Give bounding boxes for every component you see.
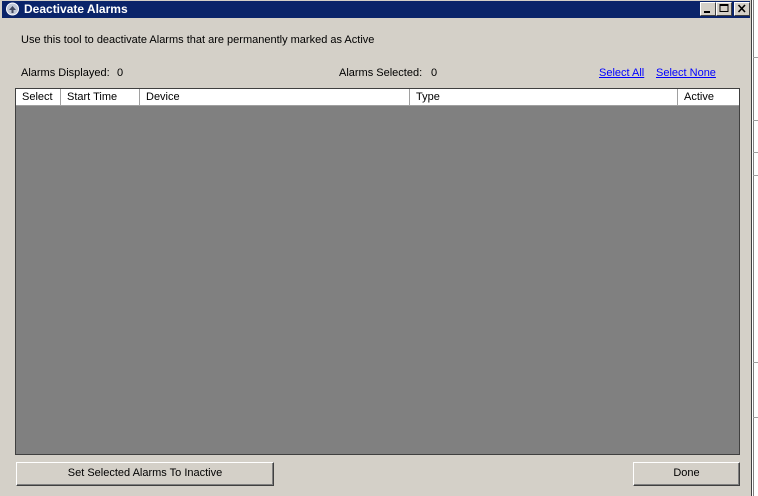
column-header-type[interactable]: Type [410, 89, 678, 105]
alarms-selected-label: Alarms Selected: [339, 67, 423, 79]
column-header-device[interactable]: Device [140, 89, 410, 105]
minimize-icon [704, 11, 710, 13]
set-selected-inactive-button[interactable]: Set Selected Alarms To Inactive [16, 462, 274, 486]
background-row-line [753, 362, 758, 363]
background-row-line [753, 152, 758, 153]
background-row-line [753, 57, 758, 58]
deactivate-alarms-dialog: Deactivate Alarms Use this tool to deact… [0, 0, 752, 496]
column-header-active[interactable]: Active [678, 89, 739, 105]
intro-text: Use this tool to deactivate Alarms that … [21, 34, 375, 46]
close-button[interactable] [734, 2, 750, 16]
background-row-line [753, 417, 758, 418]
close-icon [737, 4, 746, 13]
background-row-line [753, 175, 758, 176]
minimize-button[interactable] [700, 2, 716, 16]
column-header-select[interactable]: Select [16, 89, 61, 105]
alarms-displayed-value: 0 [117, 67, 124, 79]
done-button[interactable]: Done [633, 462, 740, 486]
alarms-selected-value: 0 [431, 67, 438, 79]
select-none-link[interactable]: Select None [656, 67, 716, 79]
window-title: Deactivate Alarms [24, 2, 128, 16]
alarm-app-icon[interactable] [5, 2, 20, 16]
maximize-button[interactable] [716, 2, 732, 16]
background-divider [753, 0, 754, 496]
column-header-start-time[interactable]: Start Time [61, 89, 140, 105]
alarms-displayed-label: Alarms Displayed: [21, 67, 110, 79]
grid-header: Select Start Time Device Type Active [16, 89, 739, 106]
title-bar[interactable]: Deactivate Alarms [2, 1, 750, 18]
select-all-link[interactable]: Select All [599, 67, 644, 79]
background-row-line [753, 120, 758, 121]
maximize-icon [719, 4, 729, 12]
alarms-grid[interactable]: Select Start Time Device Type Active [15, 88, 740, 455]
